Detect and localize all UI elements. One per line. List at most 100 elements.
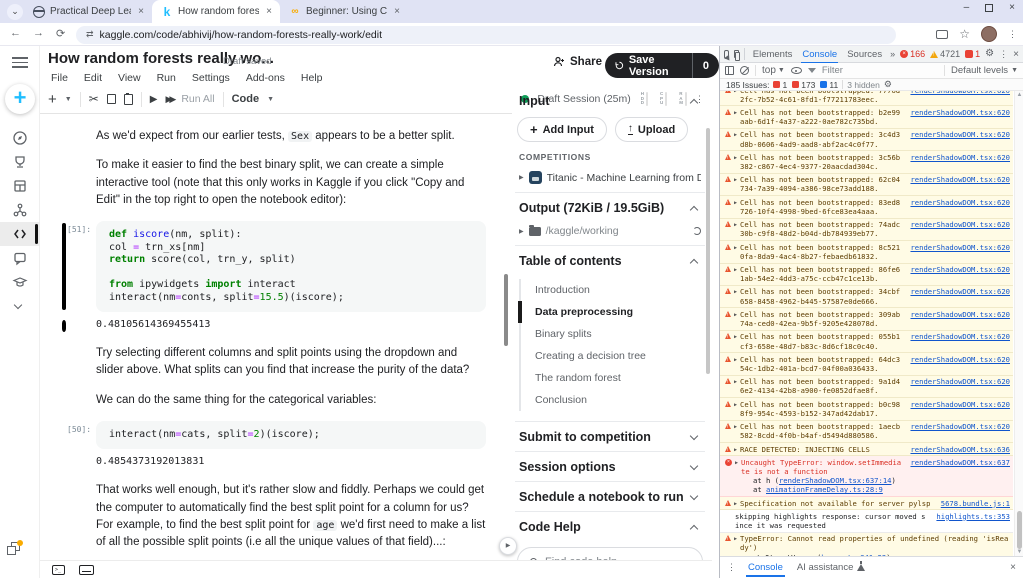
- add-input-button[interactable]: +Add Input: [517, 117, 607, 142]
- menu-view[interactable]: View: [113, 70, 146, 86]
- source-link[interactable]: renderShadowDOM.tsx:620: [910, 243, 1010, 252]
- code-cell[interactable]: [51]:def iscore(nm, split): col = trn_xs…: [96, 221, 486, 312]
- expand-arrow-icon[interactable]: ▶: [734, 132, 737, 138]
- console-sidebar-icon[interactable]: [725, 66, 734, 75]
- source-link[interactable]: renderShadowDOM.tsx:620: [910, 130, 1010, 139]
- forward-button[interactable]: →: [33, 27, 44, 39]
- source-link[interactable]: renderShadowDOM.tsx:636: [910, 445, 1010, 454]
- sidebar-item-datasets[interactable]: [0, 174, 40, 198]
- copy-cell-icon[interactable]: [107, 94, 116, 104]
- sidebar-item-models[interactable]: [0, 198, 40, 222]
- output-section-header[interactable]: Output (72KiB / 19.5GiB): [517, 193, 703, 222]
- expand-arrow-icon[interactable]: ▶: [519, 174, 524, 181]
- tab-close-icon[interactable]: ×: [136, 6, 146, 17]
- expand-arrow-icon[interactable]: ▶: [734, 200, 737, 206]
- footer-tab-ai-assistance[interactable]: AI assistance: [795, 559, 868, 576]
- scroll-up-icon[interactable]: ▲: [1016, 92, 1023, 98]
- sidebar-item-competitions[interactable]: [0, 150, 40, 174]
- source-link[interactable]: 5678.bundle.js:1: [941, 499, 1010, 508]
- log-levels-select[interactable]: Default levels▼: [944, 65, 1018, 76]
- menu-run[interactable]: Run: [152, 70, 181, 86]
- device-toolbar-icon[interactable]: [734, 50, 739, 58]
- panel-scrollbar[interactable]: [706, 128, 710, 374]
- toc-item[interactable]: Introduction: [519, 279, 703, 301]
- error-count-badge[interactable]: ×166: [900, 49, 925, 59]
- menu-edit[interactable]: Edit: [79, 70, 107, 86]
- scrollbar-thumb[interactable]: [1017, 511, 1022, 549]
- save-version-button[interactable]: Save Version 0: [605, 53, 719, 78]
- expand-arrow-icon[interactable]: ▶: [734, 110, 737, 116]
- competition-row[interactable]: ▶ Titanic - Machine Learning from D: [517, 168, 703, 192]
- notebook-scrollbar[interactable]: [504, 274, 508, 346]
- paste-cell-icon[interactable]: [124, 94, 133, 105]
- inspect-element-icon[interactable]: [724, 50, 729, 59]
- expand-arrow-icon[interactable]: ▶: [734, 222, 737, 228]
- source-link[interactable]: renderShadowDOM.tsx:620: [910, 265, 1010, 274]
- browser-tab[interactable]: Practical Deep Learning×: [24, 0, 152, 23]
- expand-arrow-icon[interactable]: ▶: [734, 447, 737, 453]
- expand-arrow-icon[interactable]: ▶: [734, 91, 737, 94]
- toc-item[interactable]: Data preprocessing: [519, 301, 703, 323]
- more-tabs-icon[interactable]: »: [890, 49, 895, 59]
- close-drawer-icon[interactable]: ×: [1010, 562, 1016, 573]
- source-link[interactable]: renderShadowDOM.tsx:620: [910, 422, 1010, 431]
- source-link[interactable]: highlights.ts:353: [936, 512, 1010, 521]
- create-button[interactable]: +: [5, 84, 35, 114]
- cut-cell-icon[interactable]: ✂: [89, 92, 99, 106]
- expand-arrow-icon[interactable]: ▶: [734, 424, 737, 430]
- back-button[interactable]: ←: [10, 27, 21, 39]
- add-cell-button[interactable]: +: [48, 91, 57, 108]
- hidden-windows-icon[interactable]: [7, 544, 21, 556]
- share-button[interactable]: Share: [553, 56, 602, 68]
- browser-menu-icon[interactable]: ⋮: [1008, 29, 1017, 40]
- toc-item[interactable]: The random forest: [519, 367, 703, 389]
- source-link[interactable]: renderShadowDOM.tsx:620: [910, 355, 1010, 364]
- profile-avatar[interactable]: [981, 26, 997, 42]
- footer-menu-icon[interactable]: ⋮: [727, 562, 736, 573]
- filter-input[interactable]: Filter: [822, 65, 843, 76]
- issues-bar[interactable]: 185 Issues: 117311 3 hidden ⚙: [720, 79, 1023, 91]
- expand-arrow-icon[interactable]: ▶: [519, 228, 524, 235]
- expand-arrow-icon[interactable]: ▶: [734, 312, 737, 318]
- menu-help[interactable]: Help: [296, 70, 328, 86]
- expand-arrow-icon[interactable]: ▶: [734, 289, 737, 295]
- context-selector[interactable]: top▼: [762, 65, 785, 76]
- scroll-down-icon[interactable]: ▼: [1016, 549, 1023, 555]
- message-count-badge[interactable]: 1: [965, 49, 980, 59]
- expand-arrow-icon[interactable]: ▶: [734, 379, 737, 385]
- cast-icon[interactable]: [936, 30, 948, 39]
- devtools-tab-console[interactable]: Console: [799, 47, 840, 62]
- cell-type-caret-icon[interactable]: ▼: [267, 96, 274, 103]
- tab-search-button[interactable]: ⌄: [7, 4, 23, 20]
- expand-arrow-icon[interactable]: ▶: [734, 357, 737, 363]
- source-link[interactable]: renderShadowDOM.tsx:620: [910, 310, 1010, 319]
- notebook-canvas[interactable]: As we'd expect from our earlier tests, S…: [40, 113, 512, 560]
- source-link[interactable]: renderShadowDOM.tsx:620: [910, 332, 1010, 341]
- toc-item[interactable]: Conclusion: [519, 389, 703, 411]
- maximize-button[interactable]: [985, 4, 993, 12]
- run-all-icon[interactable]: ▶▶: [165, 94, 173, 105]
- devtools-tab-sources[interactable]: Sources: [844, 47, 885, 62]
- expand-arrow-icon[interactable]: ▶: [734, 155, 737, 161]
- minimize-button[interactable]: –: [964, 2, 970, 13]
- expand-arrow-icon[interactable]: ▶: [734, 536, 737, 542]
- close-window-button[interactable]: ×: [1009, 2, 1015, 13]
- menu-settings[interactable]: Settings: [187, 70, 235, 86]
- settings-gear-icon[interactable]: ⚙: [985, 49, 994, 59]
- hamburger-menu-icon[interactable]: [12, 57, 28, 68]
- refresh-icon[interactable]: [693, 227, 701, 235]
- sidebar-item-more[interactable]: [0, 294, 40, 318]
- console-terminal-icon[interactable]: >_: [52, 565, 65, 575]
- site-settings-icon[interactable]: ⇄: [86, 29, 94, 40]
- expand-arrow-icon[interactable]: ▶: [735, 460, 738, 466]
- sidebar-item-discussions[interactable]: [0, 246, 40, 270]
- expand-arrow-icon[interactable]: ▶: [734, 501, 737, 507]
- session-options-header[interactable]: Session options: [517, 452, 703, 481]
- code-cell[interactable]: [50]:interact(nm=cats, split=2)(iscore);: [96, 421, 486, 450]
- input-section-header[interactable]: Input: [517, 86, 703, 115]
- expand-arrow-icon[interactable]: ▶: [734, 402, 737, 408]
- working-dir-row[interactable]: ▶ /kaggle/working: [517, 222, 703, 245]
- sidebar-item-explore[interactable]: [0, 126, 40, 150]
- tab-close-icon[interactable]: ×: [264, 6, 274, 17]
- panel-collapse-button[interactable]: ▶: [499, 537, 517, 555]
